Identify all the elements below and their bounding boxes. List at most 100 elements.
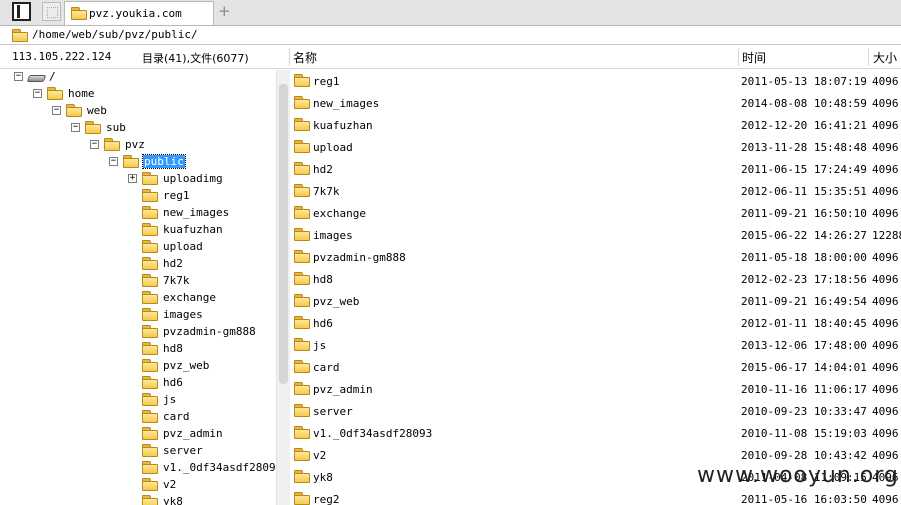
file-row[interactable]: reg1 2011-05-13 18:07:19 4096 (290, 71, 901, 93)
tree-node-label[interactable]: pvz (124, 138, 146, 151)
panel-toggle-icon[interactable] (12, 2, 31, 21)
tree-node[interactable]: hd8 (0, 341, 275, 358)
tree-node-label[interactable]: hd8 (162, 342, 184, 355)
tree-node[interactable]: server (0, 443, 275, 460)
tree-node-label[interactable]: images (162, 308, 204, 321)
tree-node[interactable]: − pvz (0, 137, 275, 154)
tree-node[interactable]: yk8 (0, 494, 275, 505)
collapse-icon[interactable]: − (71, 123, 80, 132)
tree-node-label[interactable]: pvz_admin (162, 427, 224, 440)
tree-node-label[interactable]: kuafuzhan (162, 223, 224, 236)
tree-node-label[interactable]: 7k7k (162, 274, 191, 287)
tree-node[interactable]: v2 (0, 477, 275, 494)
tab-active[interactable]: pvz.youkia.com (64, 1, 214, 25)
tree-node-label[interactable]: sub (105, 121, 127, 134)
tree-node-label[interactable]: uploadimg (162, 172, 224, 185)
tree-node[interactable]: pvz_web (0, 358, 275, 375)
expand-icon[interactable]: + (128, 174, 137, 183)
column-header-time[interactable]: 时间 (742, 49, 766, 66)
tree-node[interactable]: upload (0, 239, 275, 256)
tree-node-label[interactable]: hd6 (162, 376, 184, 389)
scrollbar-thumb[interactable] (279, 84, 288, 384)
folder-icon (142, 291, 158, 304)
tree-node-label[interactable]: pvz_web (162, 359, 210, 372)
tree-node-label[interactable]: upload (162, 240, 204, 253)
tree-node[interactable]: − sub (0, 120, 275, 137)
collapse-icon[interactable]: − (109, 157, 118, 166)
tree-node[interactable]: kuafuzhan (0, 222, 275, 239)
tree-node-label[interactable]: server (162, 444, 204, 457)
tree-node[interactable]: − / (0, 69, 275, 86)
current-path[interactable]: /home/web/sub/pvz/public/ (32, 28, 198, 41)
tree-scrollbar[interactable] (276, 70, 290, 505)
file-row[interactable]: hd8 2012-02-23 17:18:56 4096 (290, 269, 901, 291)
tree-node[interactable]: new_images (0, 205, 275, 222)
tree-node-label[interactable]: js (162, 393, 177, 406)
file-size: 4096 (872, 207, 899, 220)
file-row[interactable]: exchange 2011-09-21 16:50:10 4096 (290, 203, 901, 225)
collapse-icon[interactable]: − (90, 140, 99, 149)
file-time: 2012-02-23 17:18:56 (741, 273, 867, 286)
file-name: pvz_admin (313, 383, 373, 396)
file-row[interactable]: images 2015-06-22 14:26:27 12288 (290, 225, 901, 247)
column-divider[interactable] (738, 48, 739, 66)
tree-node-label[interactable]: pvzadmin-gm888 (162, 325, 257, 338)
file-row[interactable]: card 2015-06-17 14:04:01 4096 (290, 357, 901, 379)
tree-node[interactable]: js (0, 392, 275, 409)
tree-node-label[interactable]: hd2 (162, 257, 184, 270)
tree-node[interactable]: images (0, 307, 275, 324)
file-row[interactable]: pvz_web 2011-09-21 16:49:54 4096 (290, 291, 901, 313)
file-row[interactable]: hd2 2011-06-15 17:24:49 4096 (290, 159, 901, 181)
tree-node[interactable]: card (0, 409, 275, 426)
add-tab-button[interactable]: + (218, 2, 231, 20)
tree-node-label[interactable]: web (86, 104, 108, 117)
tree-node[interactable]: − public (0, 154, 275, 171)
tree-node[interactable]: hd2 (0, 256, 275, 273)
tree-node-label[interactable]: v2 (162, 478, 177, 491)
tree-node-label[interactable]: yk8 (162, 495, 184, 505)
file-row[interactable]: server 2010-09-23 10:33:47 4096 (290, 401, 901, 423)
tree-node-label[interactable]: new_images (162, 206, 230, 219)
tree-node-label[interactable]: public (142, 154, 186, 169)
file-row[interactable]: v1._0df34asdf28093 2010-11-08 15:19:03 409… (290, 423, 901, 445)
tree-node-label[interactable]: card (162, 410, 191, 423)
tree-node[interactable]: pvz_admin (0, 426, 275, 443)
file-row[interactable]: kuafuzhan 2012-12-20 16:41:21 4096 (290, 115, 901, 137)
file-row[interactable]: 7k7k 2012-06-11 15:35:51 4096 (290, 181, 901, 203)
tree-node-label[interactable]: / (48, 70, 57, 83)
collapse-icon[interactable]: − (14, 72, 23, 81)
file-time: 2011-05-18 18:00:00 (741, 251, 867, 264)
folder-icon (123, 155, 139, 168)
file-time: 2012-01-11 18:40:45 (741, 317, 867, 330)
file-row[interactable]: hd6 2012-01-11 18:40:45 4096 (290, 313, 901, 335)
tree-node[interactable]: 7k7k (0, 273, 275, 290)
folder-icon (294, 228, 310, 241)
tree-node-label[interactable]: exchange (162, 291, 217, 304)
file-row[interactable]: pvz_admin 2010-11-16 11:06:17 4096 (290, 379, 901, 401)
tree-node-label[interactable]: v1._0df34asdf28093 (162, 461, 275, 474)
tree-node[interactable]: − web (0, 103, 275, 120)
folder-icon (142, 189, 158, 202)
column-divider[interactable] (868, 48, 869, 66)
folder-icon (294, 162, 310, 175)
tree-node[interactable]: hd6 (0, 375, 275, 392)
collapse-icon[interactable]: − (33, 89, 42, 98)
blank-tab-icon[interactable] (42, 2, 61, 21)
file-row[interactable]: new_images 2014-08-08 10:48:59 4096 (290, 93, 901, 115)
tree-node[interactable]: pvzadmin-gm888 (0, 324, 275, 341)
path-bar[interactable]: /home/web/sub/pvz/public/ (0, 26, 901, 45)
tree-node[interactable]: exchange (0, 290, 275, 307)
tree-node-label[interactable]: reg1 (162, 189, 191, 202)
tree-node[interactable]: v1._0df34asdf28093 (0, 460, 275, 477)
tree-node[interactable]: + uploadimg (0, 171, 275, 188)
column-header-name[interactable]: 名称 (293, 49, 317, 66)
column-header-size[interactable]: 大小 (873, 49, 897, 66)
tree-node[interactable]: reg1 (0, 188, 275, 205)
file-row[interactable]: pvzadmin-gm888 2011-05-18 18:00:00 4096 (290, 247, 901, 269)
tree-node-label[interactable]: home (67, 87, 96, 100)
collapse-icon[interactable]: − (52, 106, 61, 115)
tree-node[interactable]: − home (0, 86, 275, 103)
file-row[interactable]: upload 2013-11-28 15:48:48 4096 (290, 137, 901, 159)
file-row[interactable]: js 2013-12-06 17:48:00 4096 (290, 335, 901, 357)
file-row[interactable]: reg2 2011-05-16 16:03:50 4096 (290, 489, 901, 505)
